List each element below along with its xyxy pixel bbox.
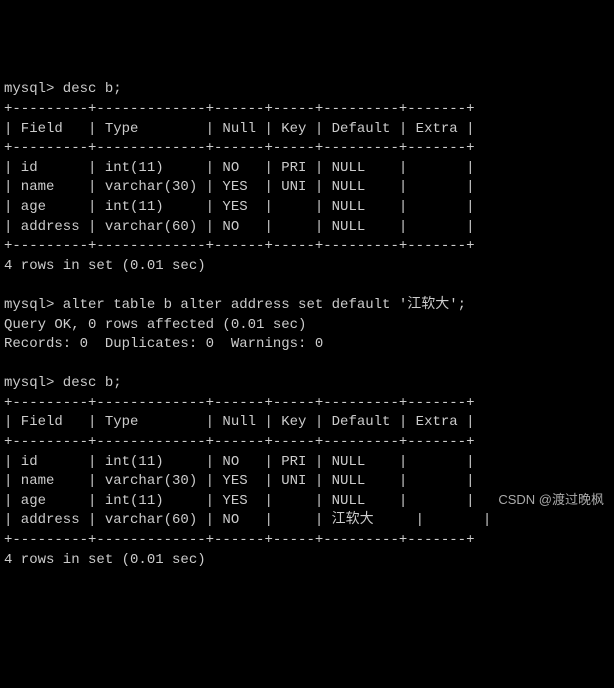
watermark: CSDN @渡过晚枫 [498,491,604,509]
